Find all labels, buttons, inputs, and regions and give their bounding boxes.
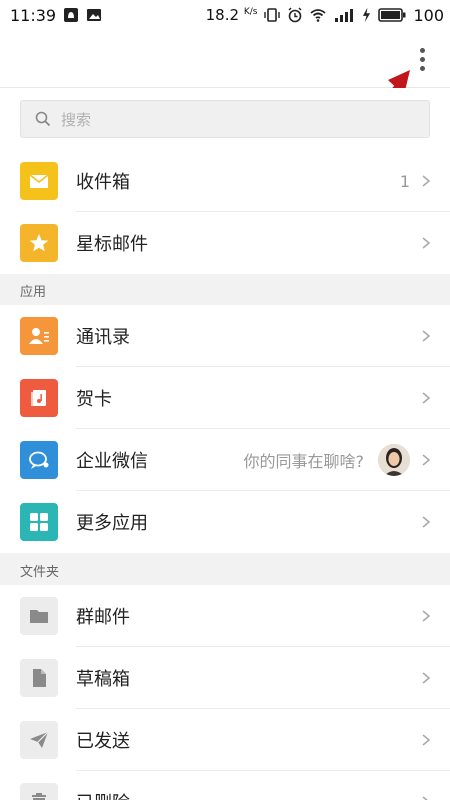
wecom-hint-text: 你的同事在聊啥? (243, 452, 365, 471)
chevron-right-icon (422, 610, 431, 622)
list-item-label: 星标邮件 (76, 234, 148, 255)
list-item-label: 已发送 (76, 731, 130, 752)
list-item-more-apps[interactable]: 更多应用 (0, 491, 450, 553)
list-item-label: 已删除 (76, 789, 130, 800)
paper-plane-icon (20, 721, 58, 759)
chevron-right-icon (422, 672, 431, 684)
envelope-icon (20, 162, 58, 200)
chevron-right-icon (422, 454, 431, 466)
charging-icon (363, 7, 371, 23)
status-bar: 11:39 18.2 K/s 100 (0, 0, 450, 30)
chevron-right-icon (422, 516, 431, 528)
document-icon (20, 659, 58, 697)
list-item-group-mail[interactable]: 群邮件 (0, 585, 450, 647)
folder-icon (20, 597, 58, 635)
list-item-wecom[interactable]: 企业微信 你的同事在聊啥? (0, 429, 450, 491)
list-item-label: 群邮件 (76, 607, 130, 628)
list-item-inbox[interactable]: 收件箱 1 (0, 150, 450, 212)
star-icon (20, 224, 58, 262)
list-item-label: 更多应用 (76, 513, 148, 534)
chevron-right-icon (422, 330, 431, 342)
vibrate-icon (264, 8, 281, 22)
section-header-folders: 文件夹 (0, 555, 450, 585)
grid-icon (20, 503, 58, 541)
search-icon (35, 111, 51, 127)
card-icon (20, 379, 58, 417)
unread-count: 1 (399, 171, 410, 191)
list-item-drafts[interactable]: 草稿箱 (0, 647, 450, 709)
chevron-right-icon (422, 237, 431, 249)
list-item-label: 通讯录 (76, 327, 130, 348)
section-header-apps: 应用 (0, 275, 450, 305)
battery-level: 100 (413, 5, 444, 25)
search-placeholder: 搜索 (61, 110, 92, 129)
list-item-starred[interactable]: 星标邮件 (0, 212, 450, 274)
chevron-right-icon (422, 734, 431, 746)
list-item-deleted[interactable]: 已删除 (0, 771, 450, 800)
image-notification-icon (87, 9, 102, 21)
list-item-greeting-card[interactable]: 贺卡 (0, 367, 450, 429)
avatar (378, 444, 410, 476)
clock-time: 11:39 (10, 5, 57, 25)
more-dot-icon (419, 47, 425, 53)
contacts-icon (20, 317, 58, 355)
list-item-label: 贺卡 (76, 389, 112, 410)
trash-icon (20, 783, 58, 800)
chevron-right-icon (422, 796, 428, 800)
chevron-right-icon (422, 392, 431, 404)
more-dot-icon (419, 56, 425, 62)
chat-icon (20, 441, 58, 479)
list-item-contacts[interactable]: 通讯录 (0, 305, 450, 367)
battery-icon (378, 8, 406, 22)
search-input[interactable]: 搜索 (20, 100, 430, 138)
search-area: 搜索 (0, 88, 450, 150)
list-item-label: 收件箱 (76, 172, 130, 193)
list-item-label: 企业微信 (76, 451, 148, 472)
alarm-icon (288, 7, 302, 23)
list-item-label: 草稿箱 (76, 669, 130, 690)
network-speed: 18.2 K/s (205, 6, 258, 24)
chevron-right-icon (422, 175, 431, 187)
notification-icon (64, 8, 79, 22)
signal-icon (335, 9, 354, 22)
wifi-icon (310, 9, 327, 22)
list-item-sent[interactable]: 已发送 (0, 709, 450, 771)
